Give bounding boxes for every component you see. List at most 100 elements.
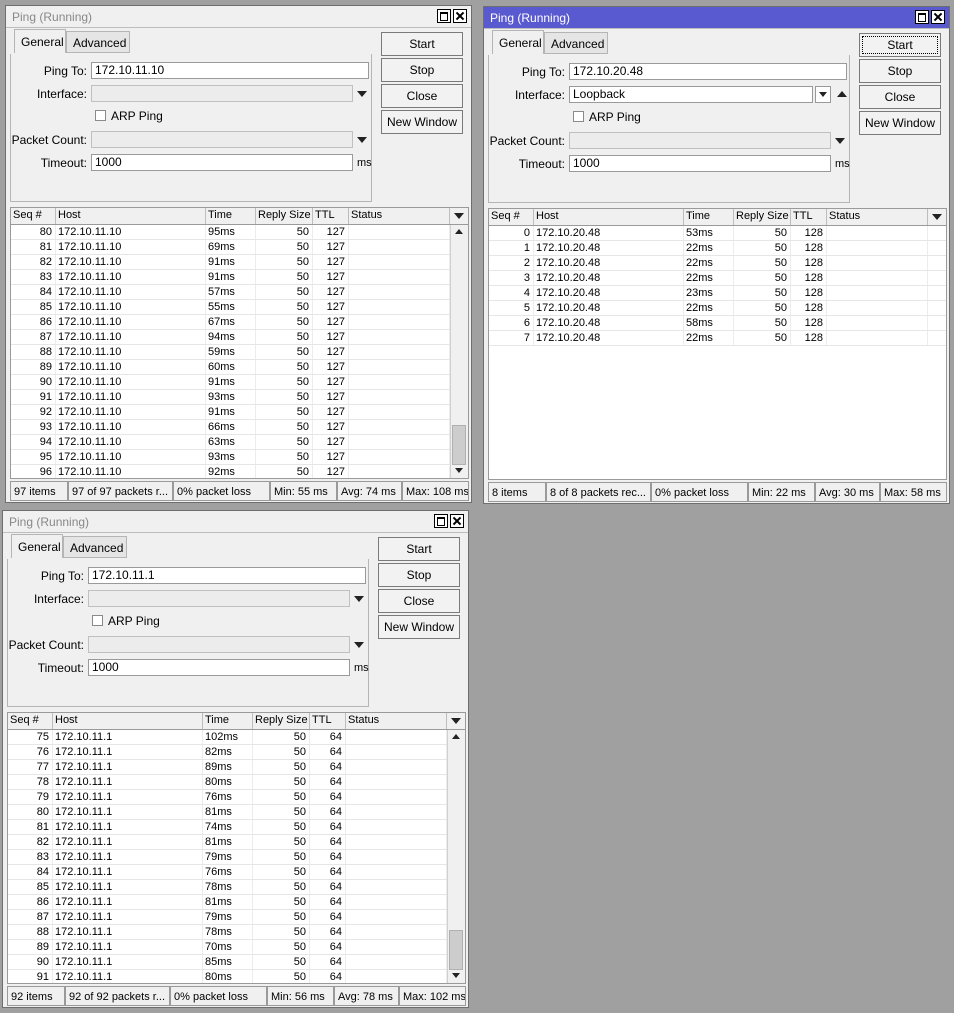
- table-row[interactable]: 76 172.10.11.1 82ms 50 64: [8, 745, 447, 760]
- tab-advanced[interactable]: Advanced: [63, 536, 127, 558]
- title-bar[interactable]: Ping (Running): [484, 7, 949, 29]
- close-button[interactable]: Close: [378, 589, 460, 613]
- scroll-up-icon[interactable]: [448, 731, 464, 743]
- packet-count-input[interactable]: [88, 636, 350, 653]
- packet-count-dropdown-icon[interactable]: [835, 138, 845, 144]
- ping-to-input[interactable]: 172.10.11.1: [88, 567, 366, 584]
- title-bar[interactable]: Ping (Running): [6, 6, 471, 28]
- tab-general[interactable]: General: [14, 29, 66, 53]
- restore-window-icon[interactable]: [434, 514, 448, 528]
- new-window-button[interactable]: New Window: [381, 110, 463, 134]
- restore-window-icon[interactable]: [915, 10, 929, 24]
- start-button[interactable]: Start: [859, 33, 941, 57]
- table-row[interactable]: 95 172.10.11.10 93ms 50 127: [11, 450, 450, 465]
- table-row[interactable]: 89 172.10.11.1 70ms 50 64: [8, 940, 447, 955]
- table-row[interactable]: 78 172.10.11.1 80ms 50 64: [8, 775, 447, 790]
- table-row[interactable]: 75 172.10.11.1 102ms 50 64: [8, 730, 447, 745]
- table-row[interactable]: 86 172.10.11.10 67ms 50 127: [11, 315, 450, 330]
- start-button[interactable]: Start: [381, 32, 463, 56]
- tab-advanced[interactable]: Advanced: [66, 31, 130, 53]
- column-status-header[interactable]: Status: [346, 713, 447, 729]
- start-button[interactable]: Start: [378, 537, 460, 561]
- scroll-down-icon[interactable]: [448, 970, 464, 982]
- column-seq-header[interactable]: Seq #: [489, 209, 534, 225]
- table-row[interactable]: 82 172.10.11.1 81ms 50 64: [8, 835, 447, 850]
- column-reply-size-header[interactable]: Reply Size: [253, 713, 310, 729]
- column-seq-header[interactable]: Seq #: [8, 713, 53, 729]
- stop-button[interactable]: Stop: [378, 563, 460, 587]
- title-bar[interactable]: Ping (Running): [3, 511, 468, 533]
- column-host-header[interactable]: Host: [56, 208, 206, 224]
- table-row[interactable]: 79 172.10.11.1 76ms 50 64: [8, 790, 447, 805]
- packet-count-dropdown-icon[interactable]: [357, 137, 367, 143]
- column-status-header[interactable]: Status: [349, 208, 450, 224]
- column-menu-dropdown-icon[interactable]: [449, 208, 468, 224]
- column-reply-size-header[interactable]: Reply Size: [256, 208, 313, 224]
- column-reply-size-header[interactable]: Reply Size: [734, 209, 791, 225]
- vertical-scrollbar[interactable]: [450, 225, 468, 478]
- table-row[interactable]: 80 172.10.11.1 81ms 50 64: [8, 805, 447, 820]
- table-row[interactable]: 83 172.10.11.10 91ms 50 127: [11, 270, 450, 285]
- arp-ping-checkbox[interactable]: [573, 111, 584, 122]
- scroll-thumb[interactable]: [449, 930, 463, 970]
- table-row[interactable]: 7 172.10.20.48 22ms 50 128: [489, 331, 946, 346]
- close-button[interactable]: Close: [859, 85, 941, 109]
- timeout-input[interactable]: 1000: [88, 659, 350, 676]
- interface-select[interactable]: Loopback: [569, 86, 813, 103]
- column-time-header[interactable]: Time: [206, 208, 256, 224]
- ping-to-input[interactable]: 172.10.20.48: [569, 63, 847, 80]
- table-row[interactable]: 90 172.10.11.10 91ms 50 127: [11, 375, 450, 390]
- close-button[interactable]: Close: [381, 84, 463, 108]
- timeout-input[interactable]: 1000: [569, 155, 831, 172]
- table-row[interactable]: 1 172.10.20.48 22ms 50 128: [489, 241, 946, 256]
- interface-dropdown-icon[interactable]: [357, 91, 367, 97]
- table-row[interactable]: 92 172.10.11.10 91ms 50 127: [11, 405, 450, 420]
- new-window-button[interactable]: New Window: [378, 615, 460, 639]
- table-row[interactable]: 0 172.10.20.48 53ms 50 128: [489, 226, 946, 241]
- tab-general[interactable]: General: [11, 534, 63, 558]
- ping-to-input[interactable]: 172.10.11.10: [91, 62, 369, 79]
- table-row[interactable]: 84 172.10.11.10 57ms 50 127: [11, 285, 450, 300]
- tab-advanced[interactable]: Advanced: [544, 32, 608, 54]
- close-window-icon[interactable]: [450, 514, 464, 528]
- stop-button[interactable]: Stop: [381, 58, 463, 82]
- scroll-thumb[interactable]: [452, 425, 466, 465]
- chevron-up-icon[interactable]: [837, 91, 847, 97]
- table-row[interactable]: 85 172.10.11.10 55ms 50 127: [11, 300, 450, 315]
- table-row[interactable]: 90 172.10.11.1 85ms 50 64: [8, 955, 447, 970]
- column-seq-header[interactable]: Seq #: [11, 208, 56, 224]
- arp-ping-checkbox[interactable]: [95, 110, 106, 121]
- table-row[interactable]: 84 172.10.11.1 76ms 50 64: [8, 865, 447, 880]
- table-row[interactable]: 87 172.10.11.1 79ms 50 64: [8, 910, 447, 925]
- table-row[interactable]: 81 172.10.11.10 69ms 50 127: [11, 240, 450, 255]
- packet-count-input[interactable]: [91, 131, 353, 148]
- table-row[interactable]: 2 172.10.20.48 22ms 50 128: [489, 256, 946, 271]
- table-row[interactable]: 3 172.10.20.48 22ms 50 128: [489, 271, 946, 286]
- scroll-up-icon[interactable]: [451, 226, 467, 238]
- arp-ping-checkbox[interactable]: [92, 615, 103, 626]
- interface-select[interactable]: [91, 85, 353, 102]
- table-row[interactable]: 6 172.10.20.48 58ms 50 128: [489, 316, 946, 331]
- column-menu-dropdown-icon[interactable]: [927, 209, 946, 225]
- table-row[interactable]: 88 172.10.11.10 59ms 50 127: [11, 345, 450, 360]
- column-host-header[interactable]: Host: [53, 713, 203, 729]
- column-ttl-header[interactable]: TTL: [310, 713, 346, 729]
- column-time-header[interactable]: Time: [684, 209, 734, 225]
- close-window-icon[interactable]: [931, 10, 945, 24]
- table-row[interactable]: 91 172.10.11.10 93ms 50 127: [11, 390, 450, 405]
- table-row[interactable]: 77 172.10.11.1 89ms 50 64: [8, 760, 447, 775]
- table-row[interactable]: 4 172.10.20.48 23ms 50 128: [489, 286, 946, 301]
- table-row[interactable]: 85 172.10.11.1 78ms 50 64: [8, 880, 447, 895]
- table-row[interactable]: 86 172.10.11.1 81ms 50 64: [8, 895, 447, 910]
- column-status-header[interactable]: Status: [827, 209, 928, 225]
- scroll-down-icon[interactable]: [451, 465, 467, 477]
- table-row[interactable]: 93 172.10.11.10 66ms 50 127: [11, 420, 450, 435]
- table-row[interactable]: 80 172.10.11.10 95ms 50 127: [11, 225, 450, 240]
- table-row[interactable]: 88 172.10.11.1 78ms 50 64: [8, 925, 447, 940]
- packet-count-dropdown-icon[interactable]: [354, 642, 364, 648]
- column-menu-dropdown-icon[interactable]: [446, 713, 465, 729]
- new-window-button[interactable]: New Window: [859, 111, 941, 135]
- stop-button[interactable]: Stop: [859, 59, 941, 83]
- vertical-scrollbar[interactable]: [447, 730, 465, 983]
- table-row[interactable]: 87 172.10.11.10 94ms 50 127: [11, 330, 450, 345]
